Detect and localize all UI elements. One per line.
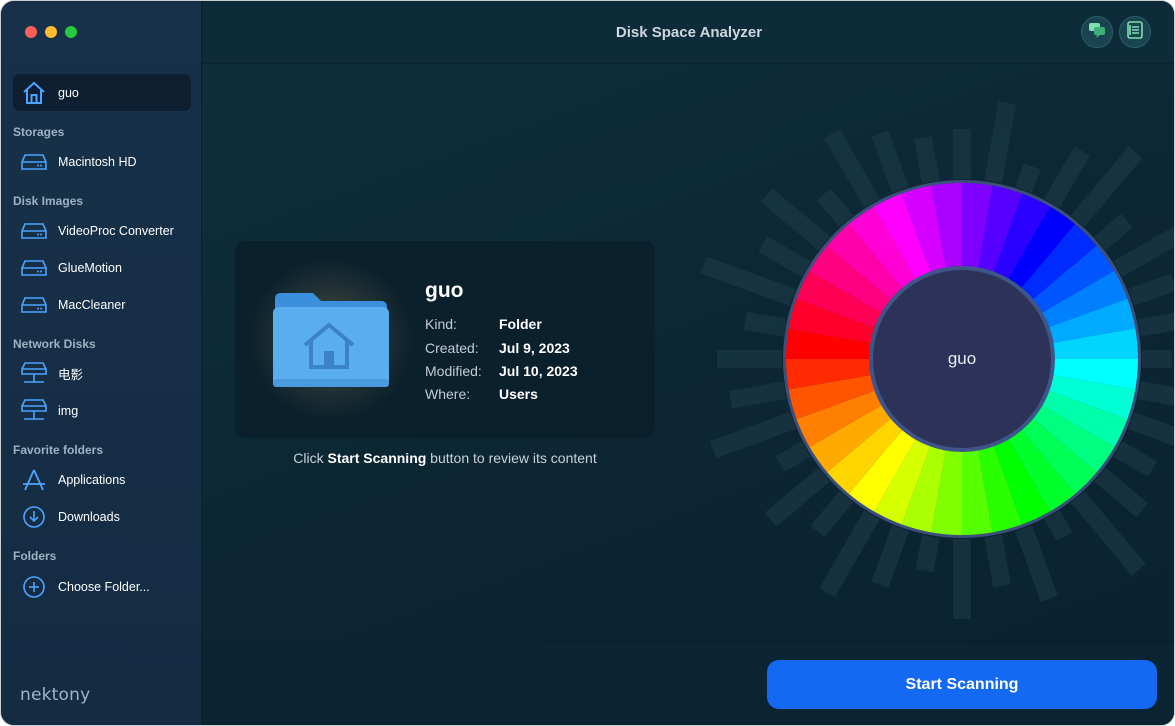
background-bar (729, 381, 787, 409)
sidebar-item-macintosh-hd[interactable]: Macintosh HD (13, 143, 191, 180)
window-controls (25, 26, 77, 38)
background-bar (953, 129, 971, 179)
sidebar-item-label: MacCleaner (58, 297, 126, 312)
list-button[interactable] (1119, 16, 1151, 48)
app-window: guo Storages Macintosh HD Disk Images Vi… (0, 0, 1175, 726)
chat-button[interactable] (1081, 16, 1113, 48)
hint-suffix: button to review its content (426, 450, 597, 466)
drive-icon (21, 149, 47, 175)
info-key: Created: (425, 340, 479, 356)
sidebar-item-label: VideoProc Converter (58, 223, 174, 238)
background-bar (1142, 350, 1172, 368)
sidebar-item-label: Macintosh HD (58, 154, 137, 169)
section-title-storages: Storages (13, 125, 65, 139)
nektony-logo: nektony (20, 685, 91, 705)
minimize-window-button[interactable] (45, 26, 57, 38)
window-title: Disk Space Analyzer (615, 24, 763, 41)
scan-hint: Click Start Scanning button to review it… (235, 450, 655, 466)
info-row-kind: Kind: Folder (425, 316, 542, 332)
zoom-window-button[interactable] (65, 26, 77, 38)
sidebar-item-label: img (58, 403, 79, 418)
sidebar-item-label: GlueMotion (58, 260, 122, 275)
sidebar-item-label: 电影 (58, 368, 84, 382)
drive-icon (21, 292, 47, 318)
info-key: Where: (425, 386, 471, 402)
applications-icon (21, 467, 47, 493)
home-icon (21, 80, 47, 106)
sidebar: guo Storages Macintosh HD Disk Images Vi… (1, 1, 202, 725)
info-key: Kind: (425, 316, 457, 332)
chat-icon (1088, 22, 1106, 43)
item-name: guo (425, 279, 464, 302)
sidebar-item-gluemotion[interactable]: GlueMotion (13, 249, 191, 286)
background-bar (1137, 301, 1174, 337)
sidebar-item-label: guo (58, 85, 79, 100)
sidebar-item-label: Downloads (58, 509, 120, 524)
network-drive-icon (21, 398, 47, 424)
plus-circle-icon (21, 574, 47, 600)
sidebar-item-network-movies[interactable]: 电影 (13, 355, 191, 392)
section-title-folders: Folders (13, 549, 57, 563)
hint-prefix: Click (293, 450, 328, 466)
hint-action: Start Scanning (327, 450, 427, 466)
drive-icon (21, 218, 47, 244)
background-bar (1137, 381, 1174, 411)
list-icon (1127, 20, 1143, 44)
download-icon (21, 504, 47, 530)
info-value: Jul 10, 2023 (499, 363, 578, 379)
info-key: Modified: (425, 363, 482, 379)
sidebar-item-label: Applications (58, 472, 126, 487)
section-title-disk-images: Disk Images (13, 194, 84, 208)
background-bar (743, 311, 787, 337)
network-drive-icon (21, 361, 47, 387)
section-title-network-disks: Network Disks (13, 337, 96, 351)
background-bar (915, 534, 940, 573)
drive-icon (21, 255, 47, 281)
sidebar-item-network-img[interactable]: img (13, 392, 191, 429)
background-bar (914, 135, 940, 184)
sidebar-item-label: Choose Folder... (58, 579, 150, 594)
info-value: Folder (499, 316, 542, 332)
info-row-modified: Modified: Jul 10, 2023 (425, 363, 578, 379)
info-row-where: Where: Users (425, 386, 538, 402)
background-bar (717, 350, 782, 368)
background-bar (984, 534, 1011, 588)
main-panel: Disk Space Analyzer guo Kind: Folder Cre… (202, 1, 1174, 725)
sidebar-item-choose-folder[interactable]: Choose Folder... (13, 568, 191, 605)
sidebar-item-maccleaner[interactable]: MacCleaner (13, 286, 191, 323)
background-bar (984, 101, 1017, 184)
wheel-center-label: guo (947, 349, 977, 368)
info-value: Jul 9, 2023 (499, 340, 570, 356)
title-bar: Disk Space Analyzer (202, 1, 1174, 64)
home-folder-icon (273, 293, 389, 387)
section-title-favorite-folders: Favorite folders (13, 443, 104, 457)
sidebar-item-videoproc[interactable]: VideoProc Converter (13, 212, 191, 249)
folder-info-card: guo Kind: Folder Created: Jul 9, 2023 Mo… (235, 241, 655, 438)
info-row-created: Created: Jul 9, 2023 (425, 340, 570, 356)
sidebar-item-applications[interactable]: Applications (13, 461, 191, 498)
folder-preview (243, 261, 419, 417)
start-scanning-button[interactable]: Start Scanning (767, 660, 1157, 709)
sidebar-item-home[interactable]: guo (13, 74, 191, 111)
sidebar-item-downloads[interactable]: Downloads (13, 498, 191, 535)
background-bar (953, 539, 971, 619)
close-window-button[interactable] (25, 26, 37, 38)
info-value: Users (499, 386, 538, 402)
